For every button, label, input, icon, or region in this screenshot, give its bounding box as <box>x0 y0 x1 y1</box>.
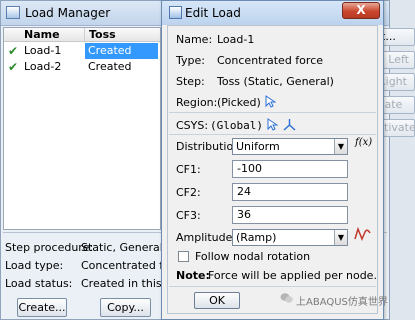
cf2-label: CF2: <box>176 186 201 199</box>
csys-axes-icon[interactable] <box>283 118 296 131</box>
edit-load-title: Edit Load <box>185 6 241 20</box>
chevron-down-icon: ▼ <box>334 139 347 154</box>
step-procedure-info: Step procedure:Static, General <box>5 241 163 254</box>
load-name: Load-1 <box>24 44 62 57</box>
checkmark-icon: ✔ <box>8 60 19 74</box>
cf3-label: CF3: <box>176 209 201 222</box>
name-value: Load-1 <box>217 33 255 46</box>
load-status-cell[interactable]: Created <box>85 43 158 59</box>
divider <box>169 286 376 287</box>
pick-arrow-icon[interactable] <box>267 118 278 131</box>
follow-nodal-rotation-checkbox[interactable] <box>178 251 189 262</box>
column-header-step[interactable]: Toss <box>84 28 160 42</box>
checkmark-icon: ✔ <box>8 44 19 58</box>
load-type-info: Load type: Concentrated forc <box>5 259 181 272</box>
note-text: Force will be applied per node. <box>208 269 377 282</box>
divider <box>169 134 376 135</box>
window-icon <box>169 6 182 19</box>
load-table: Name Toss ✔ Load-1 Created ✔ Load-2 Crea… <box>3 27 161 230</box>
load-status-info: Load status: Created in this ste <box>5 277 182 290</box>
edit-load-form: Name: Load-1 Type: Concentrated force St… <box>167 25 378 314</box>
create-button[interactable]: Create... <box>17 298 67 317</box>
name-label: Name: <box>176 33 213 46</box>
edit-load-dialog: Edit Load X Name: Load-1 Type: Concentra… <box>161 0 384 320</box>
close-button[interactable]: X <box>342 2 380 19</box>
cf1-input[interactable]: -100 <box>232 160 348 178</box>
step-value: Toss (Static, General) <box>217 75 334 88</box>
type-label: Type: <box>176 54 205 67</box>
edit-load-titlebar[interactable]: Edit Load X <box>162 1 383 25</box>
csys-value: (Global) <box>210 119 263 132</box>
region-value: (Picked) <box>217 96 261 109</box>
distribution-select[interactable]: Uniform ▼ <box>232 138 348 155</box>
step-label: Step: <box>176 75 205 88</box>
table-row[interactable]: ✔ Load-2 Created <box>4 59 160 75</box>
load-status-cell[interactable]: Created <box>85 59 158 75</box>
amplitude-label: Amplitude: <box>176 231 237 244</box>
divider <box>169 112 376 113</box>
table-row[interactable]: ✔ Load-1 Created <box>4 43 160 59</box>
pick-arrow-icon[interactable] <box>265 95 276 108</box>
amplitude-select[interactable]: (Ramp) ▼ <box>232 229 348 246</box>
wechat-icon <box>280 293 293 303</box>
note-label: Note: <box>176 269 210 282</box>
csys-label: CSYS: <box>176 119 209 132</box>
type-value: Concentrated force <box>217 54 324 67</box>
column-header-name[interactable]: Name <box>4 28 84 42</box>
load-manager-title: Load Manager <box>25 6 111 20</box>
region-label: Region: <box>176 96 218 109</box>
cf1-label: CF1: <box>176 163 201 176</box>
watermark-text: 上ABAQUS仿真世界 <box>296 297 388 308</box>
create-amplitude-icon[interactable] <box>354 227 371 242</box>
cf2-input[interactable]: 24 <box>232 183 348 201</box>
window-icon <box>6 6 20 19</box>
follow-nodal-rotation-label: Follow nodal rotation <box>195 250 311 263</box>
copy-button[interactable]: Copy... <box>100 298 151 317</box>
ok-button[interactable]: OK <box>194 292 240 309</box>
cf3-input[interactable]: 36 <box>232 206 348 224</box>
function-fx-button[interactable]: f(x) <box>355 137 372 148</box>
load-name: Load-2 <box>24 60 62 73</box>
chevron-down-icon: ▼ <box>334 230 347 245</box>
